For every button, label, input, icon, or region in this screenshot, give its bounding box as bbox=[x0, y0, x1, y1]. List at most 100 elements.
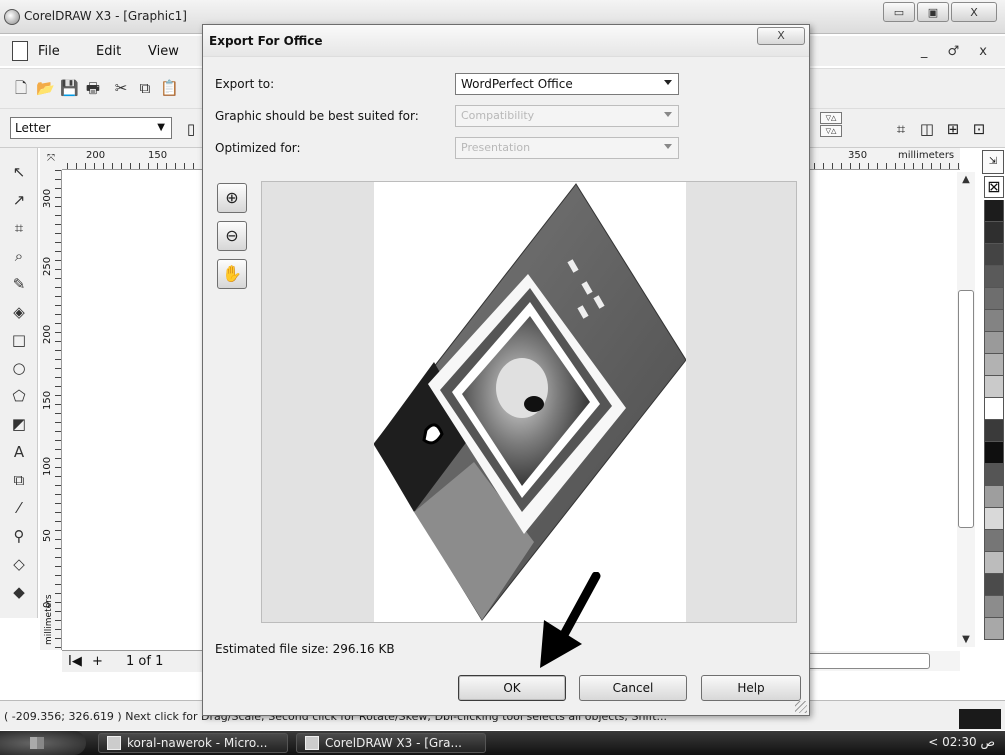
spinner-down-icon[interactable]: ▽△ bbox=[820, 125, 842, 137]
vertical-ruler[interactable]: 300 250 200 150 100 50 0 bbox=[40, 170, 62, 650]
suited-for-value: Compatibility bbox=[461, 109, 535, 122]
palette-swatch[interactable] bbox=[984, 464, 1004, 486]
basic-shapes-tool-icon[interactable]: ◩ bbox=[9, 414, 29, 434]
units-icon[interactable]: ◫ bbox=[918, 120, 936, 138]
palette-flyout-icon[interactable]: ⇲ bbox=[982, 150, 1004, 174]
palette-swatch[interactable] bbox=[984, 354, 1004, 376]
add-page-button[interactable]: + bbox=[92, 654, 103, 669]
fill-color-indicator[interactable] bbox=[959, 709, 1001, 729]
palette-swatch[interactable] bbox=[984, 222, 1004, 244]
palette-swatch[interactable] bbox=[984, 530, 1004, 552]
start-button[interactable] bbox=[0, 731, 86, 755]
palette-swatch[interactable] bbox=[984, 552, 1004, 574]
save-icon[interactable]: 💾 bbox=[60, 79, 79, 97]
palette-swatch[interactable] bbox=[984, 574, 1004, 596]
scroll-up-icon[interactable]: ▲ bbox=[957, 174, 975, 185]
close-button[interactable]: X bbox=[951, 2, 997, 22]
palette-swatch[interactable] bbox=[984, 200, 1004, 222]
horizontal-scrollbar[interactable] bbox=[800, 651, 960, 671]
copy-icon[interactable]: ⧉ bbox=[136, 79, 154, 97]
document-icon[interactable] bbox=[12, 41, 28, 61]
help-button[interactable]: Help bbox=[701, 675, 801, 701]
first-page-button[interactable]: I◀ bbox=[68, 654, 82, 669]
vertical-scrollbar[interactable]: ▲ ▼ bbox=[957, 172, 975, 647]
polygon-tool-icon[interactable]: ⬠ bbox=[9, 386, 29, 406]
zoom-tool-icon[interactable]: ⌕ bbox=[9, 246, 29, 266]
no-fill-icon[interactable]: ⊠ bbox=[984, 176, 1004, 198]
export-to-select[interactable]: WordPerfect Office bbox=[455, 73, 679, 95]
mdi-window-controls[interactable]: _ ♂ x bbox=[921, 44, 995, 59]
new-document-icon[interactable]: 🗋 bbox=[12, 79, 30, 97]
fill-tool-icon[interactable]: ◇ bbox=[9, 554, 29, 574]
crop-tool-icon[interactable]: ⌗ bbox=[9, 218, 29, 238]
palette-swatch[interactable] bbox=[984, 508, 1004, 530]
paper-size-select[interactable]: Letter ▼ bbox=[10, 117, 172, 139]
chevron-down-icon bbox=[664, 80, 672, 85]
freehand-tool-icon[interactable]: ✎ bbox=[9, 274, 29, 294]
export-preview[interactable] bbox=[261, 181, 797, 623]
menu-edit[interactable]: Edit bbox=[96, 44, 121, 59]
palette-swatch[interactable] bbox=[984, 288, 1004, 310]
minimize-button[interactable]: ▭ bbox=[883, 2, 915, 22]
zoom-out-button[interactable]: ⊖ bbox=[217, 221, 247, 251]
open-icon[interactable]: 📂 bbox=[36, 79, 55, 97]
palette-swatch[interactable] bbox=[984, 244, 1004, 266]
grid-icon[interactable]: ⌗ bbox=[892, 120, 910, 138]
menu-file[interactable]: File bbox=[38, 44, 60, 59]
print-icon[interactable]: 🖶 bbox=[84, 79, 102, 97]
system-clock[interactable]: < 02:30 ص bbox=[928, 735, 995, 749]
eyedropper-tool-icon[interactable]: ⁄ bbox=[9, 498, 29, 518]
export-to-label: Export to: bbox=[215, 77, 275, 91]
palette-swatch[interactable] bbox=[984, 420, 1004, 442]
color-palette[interactable] bbox=[984, 200, 1004, 640]
pan-button[interactable]: ✋ bbox=[217, 259, 247, 289]
taskbar-item-coreldraw[interactable]: CorelDRAW X3 - [Gra... bbox=[296, 733, 486, 753]
estimated-file-size: Estimated file size: 296.16 KB bbox=[215, 642, 395, 656]
palette-swatch[interactable] bbox=[984, 266, 1004, 288]
shape-tool-icon[interactable]: ↗ bbox=[9, 190, 29, 210]
pick-tool-icon[interactable]: ↖ bbox=[9, 162, 29, 182]
palette-swatch[interactable] bbox=[984, 332, 1004, 354]
cut-icon[interactable]: ✂ bbox=[112, 79, 130, 97]
ruler-label: 200 bbox=[86, 150, 106, 161]
options-icon[interactable]: ⊡ bbox=[970, 120, 988, 138]
outline-tool-icon[interactable]: ⚲ bbox=[9, 526, 29, 546]
chevron-down-icon bbox=[664, 144, 672, 149]
ruler-label: 100 bbox=[42, 456, 53, 476]
rectangle-tool-icon[interactable]: □ bbox=[9, 330, 29, 350]
palette-swatch[interactable] bbox=[984, 596, 1004, 618]
interactive-blend-tool-icon[interactable]: ⧉ bbox=[9, 470, 29, 490]
palette-swatch[interactable] bbox=[984, 618, 1004, 640]
ruler-label: 250 bbox=[42, 256, 53, 276]
paste-icon[interactable]: 📋 bbox=[160, 79, 179, 97]
interactive-fill-tool-icon[interactable]: ◆ bbox=[9, 582, 29, 602]
vertical-scroll-thumb[interactable] bbox=[958, 290, 974, 528]
ruler-origin-icon[interactable]: ⤧ bbox=[40, 148, 62, 170]
paper-size-value: Letter bbox=[15, 121, 51, 135]
palette-swatch[interactable] bbox=[984, 310, 1004, 332]
horizontal-scroll-thumb[interactable] bbox=[800, 653, 930, 669]
palette-swatch[interactable] bbox=[984, 442, 1004, 464]
spinner-up-icon[interactable]: ▽△ bbox=[820, 112, 842, 124]
scroll-down-icon[interactable]: ▼ bbox=[957, 634, 975, 645]
palette-swatch[interactable] bbox=[984, 398, 1004, 420]
palette-swatch[interactable] bbox=[984, 486, 1004, 508]
ok-button[interactable]: OK bbox=[458, 675, 566, 701]
palette-swatch[interactable] bbox=[984, 376, 1004, 398]
menu-view[interactable]: View bbox=[148, 44, 179, 59]
maximize-button[interactable]: ▣ bbox=[917, 2, 949, 22]
dialog-close-button[interactable]: X bbox=[757, 27, 805, 45]
suited-for-label: Graphic should be best suited for: bbox=[215, 109, 419, 123]
resize-grip-icon[interactable] bbox=[795, 701, 807, 713]
text-tool-icon[interactable]: A bbox=[9, 442, 29, 462]
ruler-label: 150 bbox=[148, 150, 168, 161]
coreldraw-icon bbox=[305, 736, 319, 750]
smart-fill-tool-icon[interactable]: ◈ bbox=[9, 302, 29, 322]
cancel-button[interactable]: Cancel bbox=[579, 675, 687, 701]
nudge-spinners[interactable]: ▽△ ▽△ bbox=[816, 112, 874, 142]
treat-as-filled-icon[interactable]: ⊞ bbox=[944, 120, 962, 138]
portrait-icon[interactable]: ▯ bbox=[182, 120, 200, 138]
zoom-in-button[interactable]: ⊕ bbox=[217, 183, 247, 213]
ellipse-tool-icon[interactable]: ○ bbox=[9, 358, 29, 378]
taskbar-item-word[interactable]: koral-nawerok - Micro... bbox=[98, 733, 288, 753]
